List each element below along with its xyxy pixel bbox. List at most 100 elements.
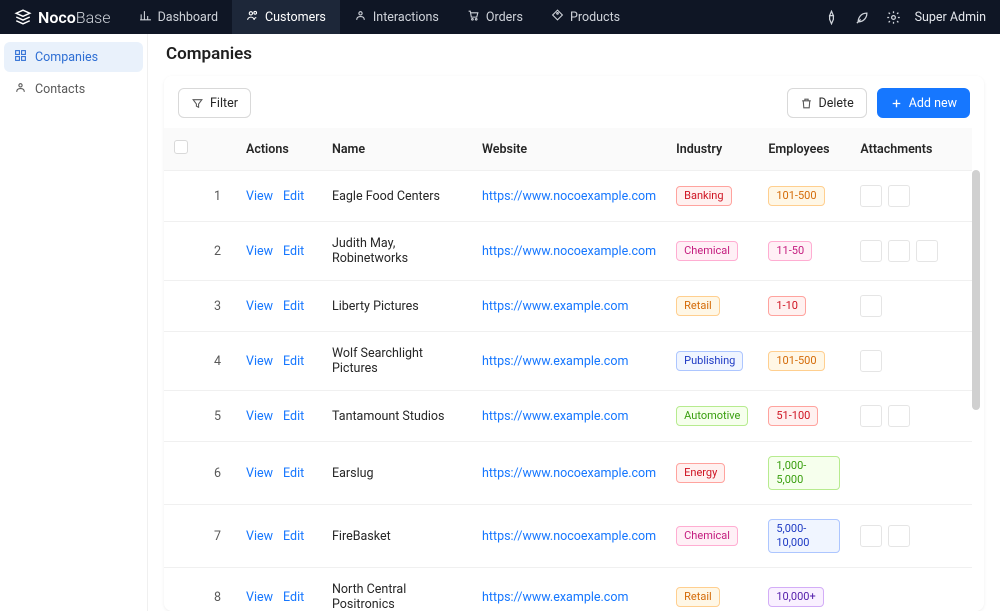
attachment-thumb[interactable] bbox=[860, 185, 882, 207]
column-header-name[interactable]: Name bbox=[322, 128, 472, 171]
rocket-icon[interactable] bbox=[855, 10, 870, 25]
brand[interactable]: NocoBase bbox=[14, 8, 111, 27]
table-row: 5ViewEditTantamount Studioshttps://www.e… bbox=[164, 391, 972, 442]
edit-link[interactable]: Edit bbox=[283, 299, 304, 314]
table-row: 2ViewEditJudith May, Robinetworkshttps:/… bbox=[164, 222, 972, 281]
table-row: 4ViewEditWolf Searchlight Pictureshttps:… bbox=[164, 332, 972, 391]
edit-link[interactable]: Edit bbox=[283, 466, 304, 481]
edit-link[interactable]: Edit bbox=[283, 354, 304, 369]
column-header-website[interactable]: Website bbox=[472, 128, 666, 171]
select-all-checkbox[interactable] bbox=[174, 140, 188, 154]
website-link[interactable]: https://www.nocoexample.com bbox=[482, 466, 656, 481]
employees-tag: 1,000-5,000 bbox=[768, 456, 840, 490]
attachment-thumb[interactable] bbox=[888, 185, 910, 207]
cell-name: Judith May, Robinetworks bbox=[322, 222, 472, 281]
grid-icon bbox=[14, 49, 27, 66]
table-row: 7ViewEditFireBaskethttps://www.nocoexamp… bbox=[164, 505, 972, 568]
page-header: Companies bbox=[148, 34, 1000, 70]
scrollbar[interactable] bbox=[972, 170, 980, 599]
employees-tag: 1-10 bbox=[768, 296, 806, 316]
attachment-thumb[interactable] bbox=[860, 350, 882, 372]
page-title: Companies bbox=[166, 44, 982, 64]
nav-item-label: Interactions bbox=[373, 10, 439, 25]
industry-tag: Retail bbox=[676, 587, 720, 607]
view-link[interactable]: View bbox=[246, 299, 273, 314]
view-link[interactable]: View bbox=[246, 189, 273, 204]
employees-tag: 11-50 bbox=[768, 241, 812, 261]
sidebar-item-companies[interactable]: Companies bbox=[4, 42, 143, 72]
website-link[interactable]: https://www.example.com bbox=[482, 354, 628, 369]
website-link[interactable]: https://www.nocoexample.com bbox=[482, 189, 656, 204]
attachments-cell bbox=[860, 240, 962, 262]
view-link[interactable]: View bbox=[246, 466, 273, 481]
nav-item-interactions[interactable]: Interactions bbox=[340, 0, 453, 34]
industry-tag: Chemical bbox=[676, 241, 738, 261]
column-header-industry[interactable]: Industry bbox=[666, 128, 758, 171]
table-row: 6ViewEditEarslughttps://www.nocoexample.… bbox=[164, 442, 972, 505]
table-row: 1ViewEditEagle Food Centershttps://www.n… bbox=[164, 171, 972, 222]
filter-button[interactable]: Filter bbox=[178, 88, 251, 118]
edit-link[interactable]: Edit bbox=[283, 244, 304, 259]
user-menu[interactable]: Super Admin bbox=[915, 10, 986, 25]
row-number: 3 bbox=[204, 281, 236, 332]
attachment-thumb[interactable] bbox=[888, 240, 910, 262]
cell-name: Eagle Food Centers bbox=[322, 171, 472, 222]
trash-icon bbox=[800, 97, 813, 110]
attachment-thumb[interactable] bbox=[916, 240, 938, 262]
nav-item-products[interactable]: Products bbox=[537, 0, 634, 34]
attachment-thumb[interactable] bbox=[860, 295, 882, 317]
scrollbar-thumb[interactable] bbox=[972, 170, 980, 410]
edit-link[interactable]: Edit bbox=[283, 590, 304, 605]
view-link[interactable]: View bbox=[246, 529, 273, 544]
attachment-thumb[interactable] bbox=[860, 240, 882, 262]
plus-icon bbox=[890, 97, 903, 110]
attachment-thumb[interactable] bbox=[860, 525, 882, 547]
column-header-actions[interactable]: Actions bbox=[236, 128, 322, 171]
pin-icon[interactable] bbox=[824, 10, 839, 25]
website-link[interactable]: https://www.nocoexample.com bbox=[482, 529, 656, 544]
sidebar-item-contacts[interactable]: Contacts bbox=[4, 74, 143, 104]
website-link[interactable]: https://www.nocoexample.com bbox=[482, 244, 656, 259]
row-number: 4 bbox=[204, 332, 236, 391]
add-new-button[interactable]: Add new bbox=[877, 88, 970, 118]
employees-tag: 101-500 bbox=[768, 351, 824, 371]
cell-name: Earslug bbox=[322, 442, 472, 505]
attachment-thumb[interactable] bbox=[888, 405, 910, 427]
attachments-cell bbox=[860, 185, 962, 207]
attachments-cell bbox=[860, 525, 962, 547]
edit-link[interactable]: Edit bbox=[283, 189, 304, 204]
row-number: 5 bbox=[204, 391, 236, 442]
view-link[interactable]: View bbox=[246, 354, 273, 369]
view-link[interactable]: View bbox=[246, 244, 273, 259]
website-link[interactable]: https://www.example.com bbox=[482, 299, 628, 314]
employees-tag: 101-500 bbox=[768, 186, 824, 206]
column-header-employees[interactable]: Employees bbox=[758, 128, 850, 171]
website-link[interactable]: https://www.example.com bbox=[482, 409, 628, 424]
attachment-thumb[interactable] bbox=[860, 405, 882, 427]
website-link[interactable]: https://www.example.com bbox=[482, 590, 628, 605]
tag-icon bbox=[551, 9, 564, 26]
column-header-attachments[interactable]: Attachments bbox=[850, 128, 972, 171]
row-number: 8 bbox=[204, 568, 236, 611]
edit-link[interactable]: Edit bbox=[283, 529, 304, 544]
companies-table: Actions Name Website Industry Employees … bbox=[164, 128, 972, 611]
filter-icon bbox=[191, 97, 204, 110]
row-number: 7 bbox=[204, 505, 236, 568]
view-link[interactable]: View bbox=[246, 409, 273, 424]
users-icon bbox=[246, 9, 259, 26]
table-row: 3 View Edit Liberty Pictures https://www.exa… bbox=[164, 281, 972, 332]
cell-name: Liberty Pictures bbox=[322, 281, 472, 332]
nav-item-customers[interactable]: Customers bbox=[232, 0, 340, 34]
employees-tag: 51-100 bbox=[768, 406, 818, 426]
delete-button[interactable]: Delete bbox=[787, 88, 867, 118]
attachment-thumb[interactable] bbox=[888, 525, 910, 547]
gear-icon[interactable] bbox=[886, 10, 901, 25]
cart-icon bbox=[467, 9, 480, 26]
edit-link[interactable]: Edit bbox=[283, 409, 304, 424]
nav-item-label: Dashboard bbox=[158, 10, 218, 25]
nav-item-dashboard[interactable]: Dashboard bbox=[125, 0, 232, 34]
person-icon bbox=[14, 81, 27, 98]
nav-items: Dashboard Customers Interactions OrdersProd… bbox=[125, 0, 635, 34]
view-link[interactable]: View bbox=[246, 590, 273, 605]
nav-item-orders[interactable]: Orders bbox=[453, 0, 537, 34]
